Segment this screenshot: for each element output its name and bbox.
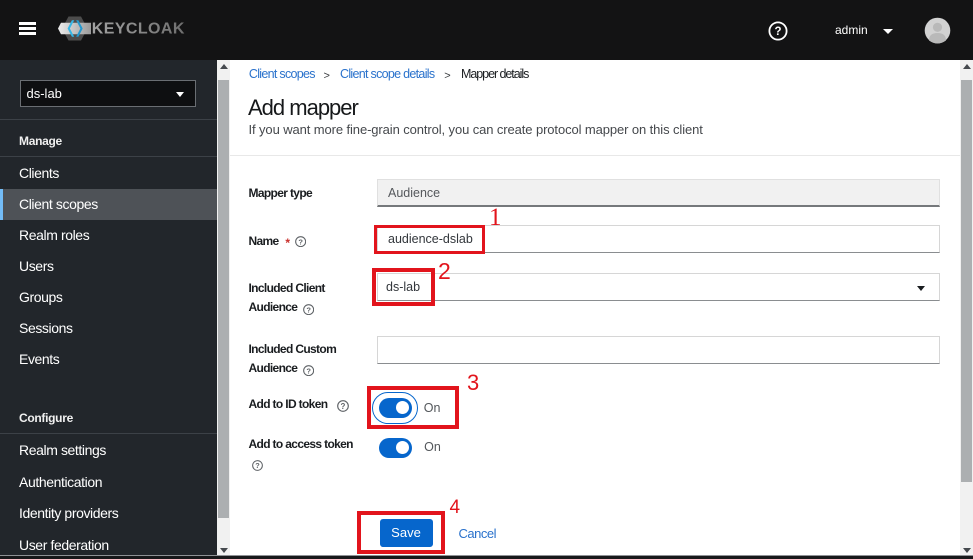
- svg-text:?: ?: [774, 26, 781, 38]
- svg-text:?: ?: [299, 237, 304, 246]
- svg-text:?: ?: [306, 366, 311, 375]
- svg-text:?: ?: [255, 461, 260, 470]
- svg-text:KEYCLOAK: KEYCLOAK: [92, 21, 185, 38]
- svg-text:?: ?: [306, 305, 311, 314]
- svg-text:?: ?: [341, 402, 346, 411]
